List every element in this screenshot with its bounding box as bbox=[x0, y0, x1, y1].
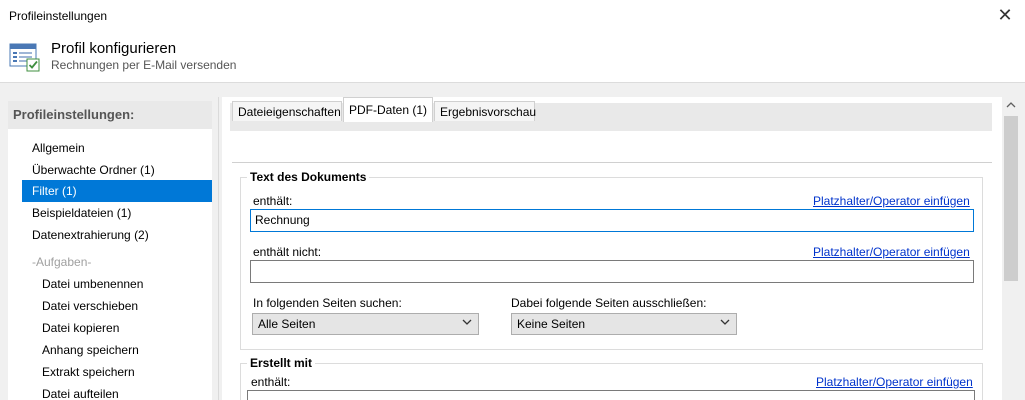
dialog-title: Profil konfigurieren bbox=[51, 40, 177, 57]
sidebar-item-datei-umbenennen[interactable]: Datei umbenennen bbox=[32, 273, 212, 295]
not-contains-label: enthält nicht: bbox=[253, 245, 322, 259]
insert-placeholder-link[interactable]: Platzhalter/Operator einfügen bbox=[813, 245, 970, 259]
close-icon[interactable]: ✕ bbox=[993, 4, 1017, 26]
search-pages-select[interactable]: Alle Seiten bbox=[252, 313, 479, 335]
chevron-down-icon bbox=[720, 319, 730, 325]
scroll-up-icon[interactable] bbox=[1002, 96, 1020, 114]
sidebar-item-anhang-speichern[interactable]: Anhang speichern bbox=[32, 339, 212, 361]
settings-sidebar: Profileinstellungen: Allgemein Überwacht… bbox=[8, 101, 212, 400]
dialog-body: Profileinstellungen: Allgemein Überwacht… bbox=[0, 82, 1025, 400]
dialog-subtitle: Rechnungen per E-Mail versenden bbox=[51, 58, 237, 72]
tab-strip-border bbox=[232, 162, 992, 163]
sidebar-item-label: Datei aufteilen bbox=[42, 387, 119, 400]
created-contains-label: enthält: bbox=[251, 375, 291, 389]
search-pages-label: In folgenden Seiten suchen: bbox=[253, 296, 402, 310]
sidebar-item-datei-kopieren[interactable]: Datei kopieren bbox=[32, 317, 212, 339]
profile-settings-icon bbox=[9, 43, 40, 72]
sidebar-group-aufgaben: -Aufgaben- bbox=[22, 251, 212, 273]
group-title: Erstellt mit bbox=[247, 356, 316, 370]
sidebar-item-label: Extrakt speichern bbox=[42, 365, 135, 379]
sidebar-item-label: Filter (1) bbox=[32, 184, 77, 198]
tab-ergebnisvorschau[interactable]: Ergebnisvorschau bbox=[434, 101, 536, 121]
dialog-header: Profil konfigurieren Rechnungen per E-Ma… bbox=[0, 32, 1025, 82]
scrollbar-thumb[interactable] bbox=[1004, 116, 1018, 281]
tab-pdf-daten[interactable]: PDF-Daten (1) bbox=[343, 97, 433, 122]
sidebar-item-label: Datenextrahierung (2) bbox=[32, 228, 149, 242]
window-title: Profileinstellungen bbox=[9, 9, 108, 23]
sidebar-item-label: Datei umbenennen bbox=[42, 277, 144, 291]
sidebar-item-datei-aufteilen[interactable]: Datei aufteilen bbox=[32, 383, 212, 400]
chevron-down-icon bbox=[462, 319, 472, 325]
exclude-pages-select[interactable]: Keine Seiten bbox=[511, 313, 737, 335]
sidebar-item-label: Allgemein bbox=[32, 141, 85, 155]
exclude-pages-label: Dabei folgende Seiten ausschließen: bbox=[511, 296, 707, 310]
contains-input[interactable]: Rechnung bbox=[250, 209, 974, 232]
filter-panel: Filter Dateieigenschaften PDF-Daten (1) … bbox=[222, 97, 1002, 400]
sidebar-item-allgemein[interactable]: Allgemein bbox=[22, 137, 212, 159]
sidebar-item-label: Beispieldateien (1) bbox=[32, 206, 132, 220]
sidebar-item-ueberwachte-ordner[interactable]: Überwachte Ordner (1) bbox=[22, 159, 212, 181]
sidebar-item-beispieldateien[interactable]: Beispieldateien (1) bbox=[22, 202, 212, 224]
search-pages-value: Alle Seiten bbox=[258, 317, 316, 331]
contains-label: enthält: bbox=[253, 194, 293, 208]
sidebar-item-datenextrahierung[interactable]: Datenextrahierung (2) bbox=[22, 224, 212, 246]
sidebar-group-label: -Aufgaben- bbox=[32, 255, 92, 269]
sidebar-item-extrakt-speichern[interactable]: Extrakt speichern bbox=[32, 361, 212, 383]
sidebar-item-filter[interactable]: Filter (1) bbox=[22, 180, 212, 202]
sidebar-heading: Profileinstellungen: bbox=[8, 101, 212, 129]
sidebar-item-label: Datei verschieben bbox=[42, 299, 139, 313]
exclude-pages-value: Keine Seiten bbox=[517, 317, 586, 331]
sidebar-item-datei-verschieben[interactable]: Datei verschieben bbox=[32, 295, 212, 317]
sidebar-item-label: Überwachte Ordner (1) bbox=[32, 163, 155, 177]
insert-placeholder-link[interactable]: Platzhalter/Operator einfügen bbox=[816, 375, 973, 389]
sidebar-item-label: Anhang speichern bbox=[42, 343, 139, 357]
group-title: Text des Dokuments bbox=[247, 170, 370, 184]
sidebar-item-label: Datei kopieren bbox=[42, 321, 120, 335]
title-bar: Profileinstellungen ✕ bbox=[0, 0, 1025, 32]
vertical-scrollbar[interactable] bbox=[1002, 96, 1020, 400]
insert-placeholder-link[interactable]: Platzhalter/Operator einfügen bbox=[813, 194, 970, 208]
created-contains-input[interactable] bbox=[247, 390, 975, 400]
not-contains-input[interactable] bbox=[250, 260, 974, 283]
tab-dateieigenschaften[interactable]: Dateieigenschaften bbox=[232, 101, 342, 121]
